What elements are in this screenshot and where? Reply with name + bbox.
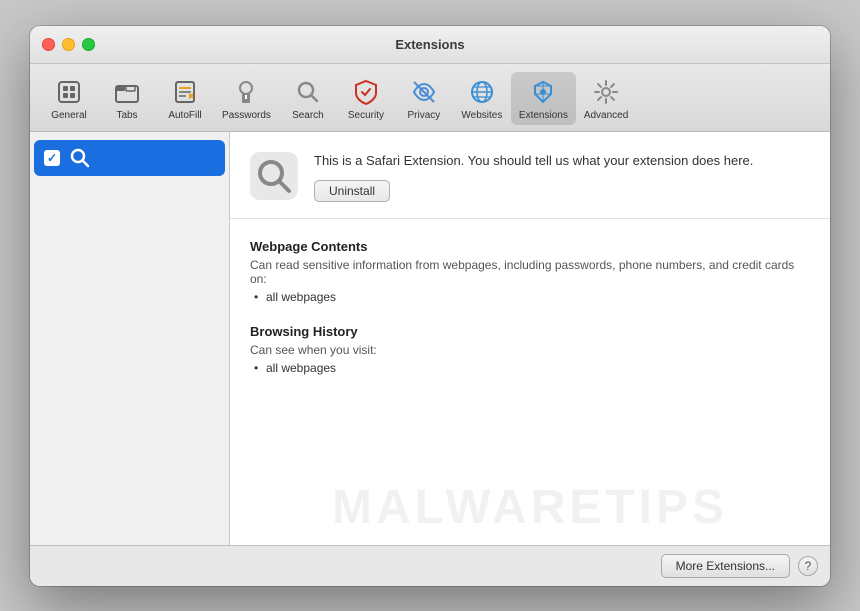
safari-preferences-window: Extensions General (30, 26, 830, 586)
security-label: Security (348, 110, 384, 121)
tabs-label: Tabs (116, 110, 137, 121)
general-label: General (51, 110, 87, 121)
advanced-label: Advanced (584, 110, 628, 121)
webpage-contents-list: all webpages (250, 290, 810, 304)
minimize-button[interactable] (62, 38, 75, 51)
sidebar-ext-icon (68, 146, 92, 170)
tabs-icon (111, 76, 143, 108)
permissions-section: Webpage Contents Can read sensitive info… (230, 219, 830, 545)
extensions-icon (527, 76, 559, 108)
autofill-icon (169, 76, 201, 108)
sidebar-item-search-ext[interactable]: ✓ (34, 140, 225, 176)
privacy-label: Privacy (408, 110, 441, 121)
toolbar-item-security[interactable]: Security (337, 72, 395, 125)
permission-group-webpage: Webpage Contents Can read sensitive info… (250, 239, 810, 304)
browsing-history-desc: Can see when you visit: (250, 343, 810, 357)
search-label: Search (292, 110, 324, 121)
toolbar-item-passwords[interactable]: Passwords (214, 72, 279, 125)
extension-checkbox[interactable]: ✓ (44, 150, 60, 166)
websites-label: Websites (461, 110, 502, 121)
main-content: ✓ T (30, 132, 830, 545)
browsing-history-item: all webpages (250, 361, 810, 375)
toolbar-item-privacy[interactable]: Privacy (395, 72, 453, 125)
websites-icon (466, 76, 498, 108)
toolbar-item-extensions[interactable]: Extensions (511, 72, 576, 125)
extension-header: This is a Safari Extension. You should t… (230, 132, 830, 219)
privacy-icon (408, 76, 440, 108)
bottom-bar: More Extensions... ? (30, 545, 830, 586)
webpage-contents-title: Webpage Contents (250, 239, 810, 254)
extension-icon (250, 152, 298, 200)
permission-group-history: Browsing History Can see when you visit:… (250, 324, 810, 375)
extension-info: This is a Safari Extension. You should t… (314, 152, 810, 202)
maximize-button[interactable] (82, 38, 95, 51)
traffic-lights (42, 38, 95, 51)
detail-panel: This is a Safari Extension. You should t… (230, 132, 830, 545)
help-button[interactable]: ? (798, 556, 818, 576)
passwords-label: Passwords (222, 110, 271, 121)
toolbar-item-general[interactable]: General (40, 72, 98, 125)
more-extensions-button[interactable]: More Extensions... (661, 554, 790, 578)
toolbar-item-autofill[interactable]: AutoFill (156, 72, 214, 125)
watermark: MALWARETIPS (332, 480, 728, 535)
security-icon (350, 76, 382, 108)
autofill-label: AutoFill (168, 110, 201, 121)
checkmark-icon: ✓ (47, 151, 57, 165)
general-icon (53, 76, 85, 108)
passwords-icon (230, 76, 262, 108)
advanced-icon (590, 76, 622, 108)
toolbar-item-tabs[interactable]: Tabs (98, 72, 156, 125)
browsing-history-list: all webpages (250, 361, 810, 375)
webpage-contents-item: all webpages (250, 290, 810, 304)
toolbar-item-advanced[interactable]: Advanced (576, 72, 636, 125)
extension-description: This is a Safari Extension. You should t… (314, 152, 810, 170)
sidebar: ✓ (30, 132, 230, 545)
webpage-contents-desc: Can read sensitive information from webp… (250, 258, 810, 286)
toolbar-item-search[interactable]: Search (279, 72, 337, 125)
title-bar: Extensions (30, 26, 830, 64)
search-icon (292, 76, 324, 108)
toolbar: General Tabs (30, 64, 830, 132)
window-title: Extensions (395, 37, 464, 52)
uninstall-button[interactable]: Uninstall (314, 180, 390, 202)
close-button[interactable] (42, 38, 55, 51)
toolbar-item-websites[interactable]: Websites (453, 72, 511, 125)
extensions-label: Extensions (519, 110, 568, 121)
browsing-history-title: Browsing History (250, 324, 810, 339)
